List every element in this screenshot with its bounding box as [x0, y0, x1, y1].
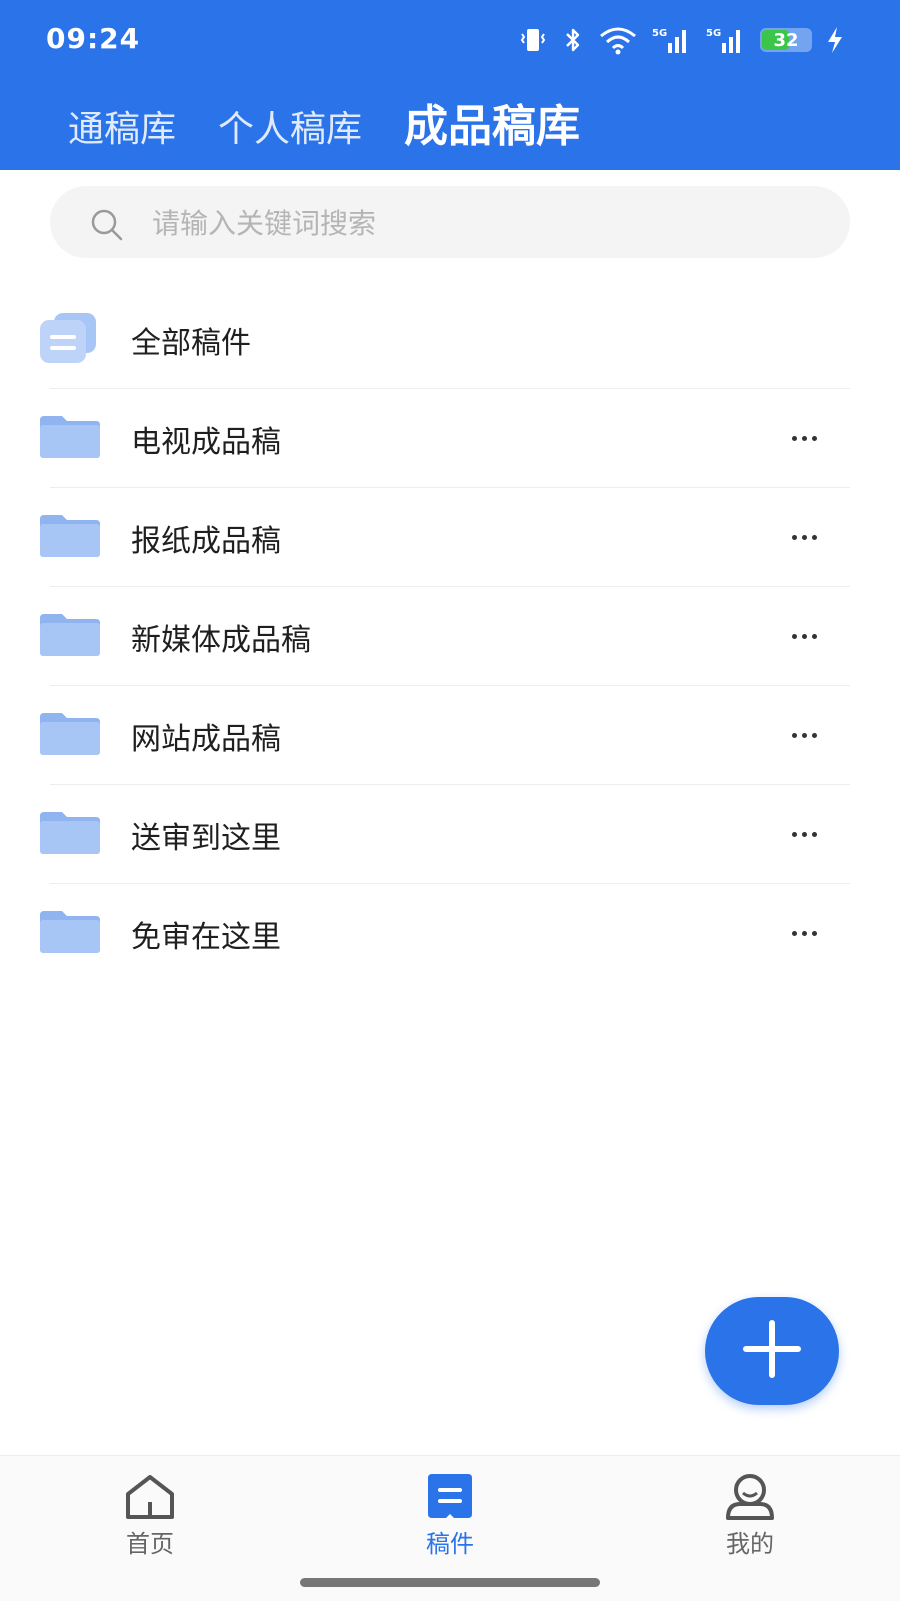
folder-website[interactable]: 网站成品稿	[0, 686, 900, 785]
app-header: 09:24 5G 5G 32 通稿库 个人稿库 成品稿库	[0, 0, 900, 170]
tab-general-library[interactable]: 通稿库	[68, 100, 176, 152]
vibrate-icon	[518, 25, 548, 55]
more-options-button[interactable]	[784, 815, 824, 855]
folder-label: 新媒体成品稿	[131, 622, 311, 658]
nav-label: 我的	[726, 1530, 774, 1558]
nav-home[interactable]: 首页	[70, 1474, 230, 1559]
nav-drafts[interactable]: 稿件	[370, 1474, 530, 1559]
add-button[interactable]	[705, 1297, 839, 1405]
folder-icon	[40, 712, 100, 759]
signal-icon-sim2: 5G	[706, 25, 746, 55]
battery-icon: 32	[760, 28, 812, 52]
nav-profile[interactable]: 我的	[670, 1474, 830, 1559]
more-options-button[interactable]	[784, 617, 824, 657]
battery-text: 32	[773, 29, 799, 51]
more-options-button[interactable]	[784, 716, 824, 756]
plus-icon	[742, 1319, 802, 1383]
folder-newspaper[interactable]: 报纸成品稿	[0, 488, 900, 587]
folder-label: 网站成品稿	[131, 721, 281, 757]
folder-icon	[40, 811, 100, 858]
folder-label: 电视成品稿	[131, 424, 281, 460]
folder-list: 全部稿件 电视成品稿 报纸成品稿 新媒体成品稿 网站成品稿 送审到这里 免审在这…	[0, 290, 900, 983]
search-input[interactable]	[150, 186, 814, 260]
nav-label: 首页	[126, 1530, 174, 1558]
stack-icon	[40, 312, 98, 367]
library-tabs: 通稿库 个人稿库 成品稿库	[68, 90, 580, 154]
home-icon	[70, 1474, 230, 1520]
folder-tv[interactable]: 电视成品稿	[0, 389, 900, 488]
folder-icon	[40, 514, 100, 561]
charging-icon	[826, 26, 844, 54]
bluetooth-icon	[562, 25, 584, 55]
folder-icon	[40, 613, 100, 660]
folder-icon	[40, 910, 100, 957]
tab-personal-library[interactable]: 个人稿库	[218, 100, 362, 152]
folder-new-media[interactable]: 新媒体成品稿	[0, 587, 900, 686]
home-indicator[interactable]	[300, 1578, 600, 1587]
more-options-button[interactable]	[784, 419, 824, 459]
folder-label: 送审到这里	[131, 820, 281, 856]
nav-label: 稿件	[426, 1530, 474, 1558]
folder-label: 报纸成品稿	[131, 523, 281, 559]
folder-submit-review[interactable]: 送审到这里	[0, 785, 900, 884]
svg-text:5G: 5G	[652, 28, 667, 39]
tab-finished-library[interactable]: 成品稿库	[404, 90, 580, 154]
folder-icon	[40, 415, 100, 462]
more-options-button[interactable]	[784, 518, 824, 558]
wifi-icon	[598, 25, 638, 55]
svg-text:5G: 5G	[706, 28, 721, 39]
status-icons: 5G 5G 32	[518, 22, 844, 58]
signal-icon-sim1: 5G	[652, 25, 692, 55]
profile-icon	[670, 1474, 830, 1520]
document-icon	[370, 1474, 530, 1520]
more-options-button[interactable]	[784, 914, 824, 954]
search-icon	[90, 208, 124, 246]
folder-label: 免审在这里	[131, 919, 281, 955]
status-time: 09:24	[46, 22, 141, 55]
folder-label: 全部稿件	[131, 325, 251, 361]
search-bar	[50, 186, 850, 260]
folder-review-exempt[interactable]: 免审在这里	[0, 884, 900, 983]
folder-all-drafts[interactable]: 全部稿件	[0, 290, 900, 389]
